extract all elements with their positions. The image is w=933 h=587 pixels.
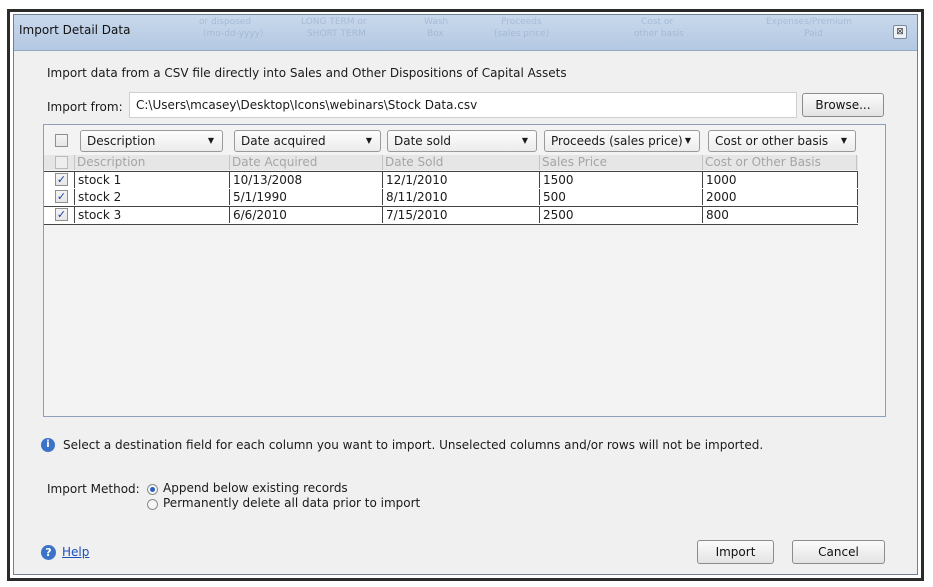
info-icon: i — [41, 438, 55, 452]
ghost-text: Wash — [424, 17, 449, 27]
table-cell[interactable]: 1500 — [539, 172, 702, 188]
radio-delete-all-label[interactable]: Permanently delete all data prior to imp… — [163, 496, 420, 510]
table-row[interactable]: ✓ stock 1 10/13/2008 12/1/2010 1500 1000 — [44, 171, 858, 190]
column-select-value: Date acquired — [241, 134, 326, 148]
chevron-down-icon: ▼ — [840, 136, 847, 145]
column-select-value: Description — [87, 134, 156, 148]
help-icon[interactable]: ? — [41, 545, 56, 560]
ghost-text: other basis — [634, 29, 684, 39]
grid-header-row: Description Date Acquired Date Sold Sale… — [44, 155, 858, 170]
column-select-value: Cost or other basis — [715, 134, 829, 148]
column-select-5[interactable]: Cost or other basis ▼ — [708, 130, 856, 152]
table-cell[interactable]: 8/11/2010 — [382, 189, 539, 205]
help-link[interactable]: Help — [62, 545, 89, 559]
table-cell[interactable]: stock 3 — [74, 207, 229, 223]
dialog-body: Import data from a CSV file directly int… — [14, 51, 917, 574]
ghost-text: Proceeds — [501, 17, 542, 27]
column-select-4[interactable]: Proceeds (sales price) ▼ — [544, 130, 700, 152]
table-cell[interactable]: 6/6/2010 — [229, 207, 382, 223]
import-method-label: Import Method: — [47, 482, 140, 496]
table-cell[interactable]: stock 1 — [74, 172, 229, 188]
table-row[interactable]: ✓ stock 3 6/6/2010 7/15/2010 2500 800 — [44, 207, 858, 225]
chevron-down-icon: ▼ — [684, 136, 691, 145]
import-button[interactable]: Import — [697, 540, 774, 564]
chevron-down-icon: ▼ — [521, 136, 528, 145]
table-cell[interactable]: 12/1/2010 — [382, 172, 539, 188]
dialog-title: Import Detail Data — [19, 23, 131, 37]
header-cell: Date Sold — [382, 155, 539, 170]
column-select-2[interactable]: Date acquired ▼ — [234, 130, 381, 152]
browse-button[interactable]: Browse... — [802, 93, 884, 117]
row-checkbox[interactable]: ✓ — [55, 208, 68, 221]
chevron-down-icon: ▼ — [365, 136, 372, 145]
table-cell[interactable]: 1000 — [702, 172, 858, 188]
ghost-text: Cost or — [641, 17, 674, 27]
ghost-text: (mo-dd-yyyy) — [203, 29, 264, 39]
file-path-field[interactable]: C:\Users\mcasey\Desktop\Icons\webinars\S… — [129, 92, 797, 118]
cancel-button[interactable]: Cancel — [792, 540, 885, 564]
title-bar: or disposed (mo-dd-yyyy) LONG TERM or SH… — [14, 15, 917, 51]
info-text: Select a destination field for each colu… — [63, 438, 764, 452]
table-cell[interactable]: 5/1/1990 — [229, 189, 382, 205]
radio-append-label[interactable]: Append below existing records — [163, 481, 348, 495]
ghost-text: Paid — [804, 29, 823, 39]
header-checkbox — [55, 156, 68, 169]
row-checkbox[interactable]: ✓ — [55, 190, 68, 203]
import-grid: Description ▼ Date acquired ▼ Date sold … — [43, 124, 886, 417]
intro-text: Import data from a CSV file directly int… — [47, 66, 567, 80]
row-checkbox[interactable]: ✓ — [55, 173, 68, 186]
import-dialog: or disposed (mo-dd-yyyy) LONG TERM or SH… — [13, 14, 918, 575]
ghost-text: (sales price) — [494, 29, 550, 39]
header-cell: Date Acquired — [229, 155, 382, 170]
table-cell[interactable]: 2000 — [702, 189, 858, 205]
header-cell: Description — [74, 155, 229, 170]
table-row[interactable]: ✓ stock 2 5/1/1990 8/11/2010 500 2000 — [44, 189, 858, 207]
select-all-checkbox[interactable] — [55, 134, 68, 147]
chevron-down-icon: ▼ — [207, 136, 214, 145]
ghost-text: LONG TERM or — [301, 17, 367, 27]
header-cell: Sales Price — [539, 155, 702, 170]
column-select-value: Date sold — [394, 134, 452, 148]
close-icon[interactable]: ⊠ — [893, 25, 907, 39]
ghost-text: or disposed — [199, 17, 252, 27]
radio-delete-all[interactable] — [147, 499, 158, 510]
ghost-text: SHORT TERM — [307, 29, 366, 39]
table-cell[interactable]: stock 2 — [74, 189, 229, 205]
ghost-text: Box — [427, 29, 444, 39]
table-cell[interactable]: 2500 — [539, 207, 702, 223]
column-select-value: Proceeds (sales price) — [551, 134, 683, 148]
column-select-3[interactable]: Date sold ▼ — [387, 130, 537, 152]
table-cell[interactable]: 7/15/2010 — [382, 207, 539, 223]
table-cell[interactable]: 10/13/2008 — [229, 172, 382, 188]
ghost-text: Expenses/Premium — [766, 17, 852, 27]
table-cell[interactable]: 800 — [702, 207, 858, 223]
radio-append[interactable] — [147, 484, 158, 495]
table-cell[interactable]: 500 — [539, 189, 702, 205]
column-select-1[interactable]: Description ▼ — [80, 130, 223, 152]
header-cell: Cost or Other Basis — [702, 155, 857, 170]
import-from-label: Import from: — [47, 100, 123, 114]
